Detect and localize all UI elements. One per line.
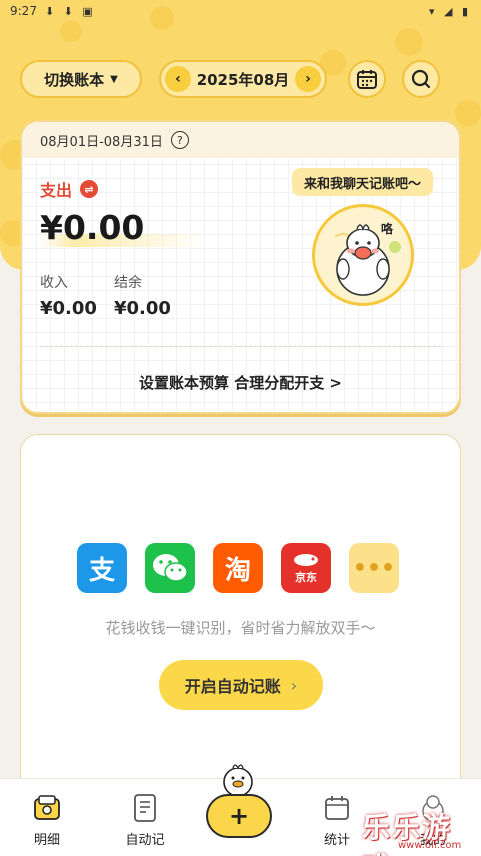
search-icon <box>411 69 431 89</box>
divider <box>40 346 441 347</box>
search-button[interactable] <box>402 60 440 98</box>
auto-record-description: 花钱收钱一键识别，省时省力解放双手～ <box>105 619 376 637</box>
auto-record-button-label: 开启自动记账 <box>184 677 281 696</box>
duck-mascot-icon: 咯 <box>317 209 409 301</box>
calendar-button[interactable] <box>348 60 386 98</box>
tab-stats-label: 统计 <box>323 833 350 848</box>
calendar-stats-icon <box>322 793 352 823</box>
mascot-speech-text: 咯 <box>381 221 394 236</box>
more-apps-icon[interactable]: ••• <box>349 543 399 593</box>
expense-amount: ¥0.00 <box>40 208 205 247</box>
coin-decoration <box>455 100 481 126</box>
jd-label: 京东 <box>295 571 317 584</box>
status-bar: 9:27 ⬇ ⬇ ▣ ▾ ◢ ▮ <box>0 0 481 22</box>
date-range: 08月01日-08月31日 <box>40 134 163 150</box>
chat-prompt-bubble[interactable]: 来和我聊天记账吧～ <box>292 168 434 196</box>
system-icons: ▾ ◢ ▮ <box>428 4 471 18</box>
balance-value: ¥0.00 <box>114 298 171 319</box>
wechat-icon[interactable] <box>145 543 195 593</box>
enable-auto-record-button[interactable]: 开启自动记账 › <box>159 660 323 710</box>
notification-icons: ⬇ ⬇ ▣ <box>44 4 96 18</box>
balance-label: 结余 <box>114 275 142 291</box>
month-label[interactable]: 2025年08月 <box>197 69 290 90</box>
coin-decoration <box>395 28 423 56</box>
payment-apps-row: 支 淘 京东 ••• <box>77 543 399 593</box>
income-label: 收入 <box>40 275 68 291</box>
switch-book-label: 切换账本 <box>44 70 105 89</box>
watermark-url: www.6li.com <box>398 840 462 851</box>
alipay-icon[interactable]: 支 <box>77 543 127 593</box>
tab-auto-label: 自动记 <box>125 833 165 848</box>
expense-toggle[interactable]: 支出 ⇌ <box>40 177 99 201</box>
add-record-button[interactable]: + <box>206 794 272 838</box>
notebook-icon <box>130 793 160 823</box>
tab-detail-label: 明细 <box>33 833 60 848</box>
prev-month-button[interactable]: ‹ <box>165 66 191 92</box>
duck-mascot-icon <box>223 764 253 797</box>
top-toolbar: 切换账本 ▼ ‹ 2025年08月 › <box>20 60 461 98</box>
tab-detail[interactable]: 明细 <box>12 793 82 848</box>
income-value: ¥0.00 <box>40 298 97 319</box>
monthly-summary-card: 08月01日-08月31日 ? 支出 ⇌ ¥0.00 收入 结余 ¥0.00 ¥… <box>20 120 461 414</box>
swap-icon: ⇌ <box>80 180 99 198</box>
coin-decoration <box>60 20 82 42</box>
chevron-right-icon: › <box>290 675 298 695</box>
calendar-icon <box>357 70 377 89</box>
switch-book-button[interactable]: 切换账本 ▼ <box>20 60 142 98</box>
mascot-avatar[interactable]: 咯 <box>312 204 414 306</box>
ledger-icon <box>32 793 62 823</box>
expense-label: 支出 <box>40 181 73 200</box>
tab-auto-record[interactable]: 自动记 <box>110 793 180 848</box>
status-time: 9:27 <box>10 4 37 18</box>
month-navigator: ‹ 2025年08月 › <box>159 60 327 98</box>
taobao-icon[interactable]: 淘 <box>213 543 263 593</box>
set-budget-link[interactable]: 设置账本预算 合理分配开支 > <box>22 372 459 393</box>
next-month-button[interactable]: › <box>295 66 321 92</box>
help-icon[interactable]: ? <box>170 131 189 149</box>
jd-icon[interactable]: 京东 <box>281 543 331 593</box>
auto-record-card: 支 淘 京东 ••• 花钱收钱一键识别，省时省力解放双手～ 开启自动记账 › <box>20 434 461 794</box>
card-header: 08月01日-08月31日 ? <box>22 122 459 158</box>
caret-down-icon: ▼ <box>110 73 118 85</box>
